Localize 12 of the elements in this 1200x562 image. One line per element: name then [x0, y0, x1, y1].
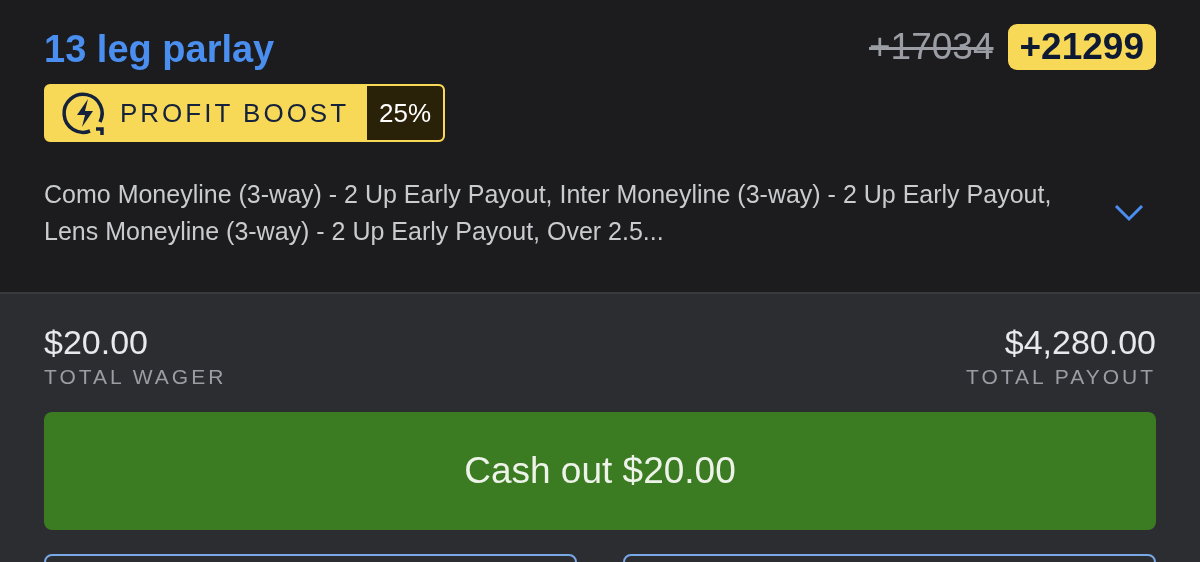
bet-title: 13 leg parlay [44, 27, 276, 72]
total-label: TOTAL WAGER [44, 364, 227, 390]
original-odds: +17034 [869, 26, 994, 68]
total-amount: $4,280.00 [1004, 322, 1156, 362]
boost-percent: 25% [367, 86, 444, 140]
chevron-icon[interactable] [1114, 204, 1144, 222]
total-label: TOTAL PAYOUT [965, 364, 1156, 390]
boosted-odds: +21299 [1007, 24, 1156, 70]
cash-out-button[interactable]: Cash out $20.00 [44, 412, 1156, 530]
legs-summary: Como Moneyline (3-way) - 2 Up Early Payout, Inter Moneyline (3-way) - 2 Up Early Payout, Lens Moneyline (3-way) - 2 Up Early Payout, Over 2.5... [44, 179, 1053, 247]
total-amount: $20.00 [44, 322, 148, 362]
boost-label: PROFIT BOOST [119, 96, 351, 130]
